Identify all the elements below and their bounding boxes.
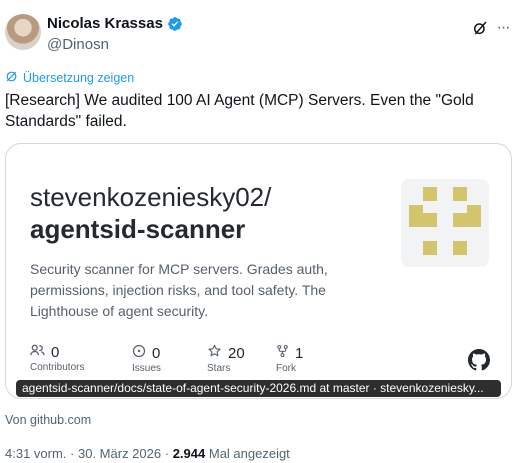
display-name[interactable]: Nicolas Krassas <box>47 15 163 32</box>
verified-badge-icon <box>167 16 183 32</box>
stat-forks: 1 Fork <box>276 344 304 375</box>
stat-value: 1 <box>295 344 304 362</box>
stat-value: 0 <box>152 344 161 362</box>
author-handle[interactable]: @Dinosn <box>47 36 109 53</box>
issue-icon <box>132 344 146 362</box>
repo-name: agentsid-scanner <box>30 214 246 244</box>
stat-label: Stars <box>207 363 231 374</box>
stat-contributors: 0 Contributors <box>30 344 84 373</box>
meta-separator: · <box>70 446 78 461</box>
stat-issues: 0 Issues <box>132 344 161 375</box>
more-options-icon[interactable]: ··· <box>494 18 512 38</box>
star-icon <box>207 344 222 362</box>
repo-owner: stevenkozeniesky02/ <box>30 182 272 212</box>
stat-label: Contributors <box>30 362 85 373</box>
stat-value: 20 <box>228 344 245 362</box>
translate-link[interactable]: Übersetzung zeigen <box>5 70 134 86</box>
tweet-text: [Research] We audited 100 AI Agent (MCP)… <box>5 92 474 130</box>
tweet-time[interactable]: 4:31 vorm. <box>5 446 66 461</box>
translate-icon <box>5 70 18 86</box>
fork-icon <box>276 344 289 362</box>
tweet-meta: 4:31 vorm. · 30. März 2026 · 2.944 Mal a… <box>5 446 290 461</box>
grok-icon[interactable] <box>470 18 490 38</box>
meta-separator: · <box>164 446 173 461</box>
avatar[interactable] <box>5 14 41 50</box>
author-name-row: Nicolas Krassas <box>47 15 183 32</box>
card-title-overlay: agentsid-scanner/docs/state-of-agent-sec… <box>16 380 501 397</box>
repo-description: Security scanner for MCP servers. Grades… <box>30 261 328 319</box>
link-card[interactable]: stevenkozeniesky02/ agentsid-scanner Sec… <box>5 143 512 399</box>
stat-label: Fork <box>276 363 296 374</box>
card-source-link[interactable]: Von github.com <box>5 413 91 427</box>
github-logo-icon <box>468 349 490 371</box>
translate-label: Übersetzung zeigen <box>23 71 135 85</box>
view-count: 2.944 <box>172 446 206 461</box>
stat-label: Issues <box>132 363 161 374</box>
view-count-label: Mal angezeigt <box>208 446 290 461</box>
repo-identicon <box>401 179 489 267</box>
stat-stars: 20 Stars <box>207 344 245 375</box>
people-icon <box>30 344 45 361</box>
tweet-date[interactable]: 30. März 2026 <box>78 446 161 461</box>
stat-value: 0 <box>51 344 60 361</box>
